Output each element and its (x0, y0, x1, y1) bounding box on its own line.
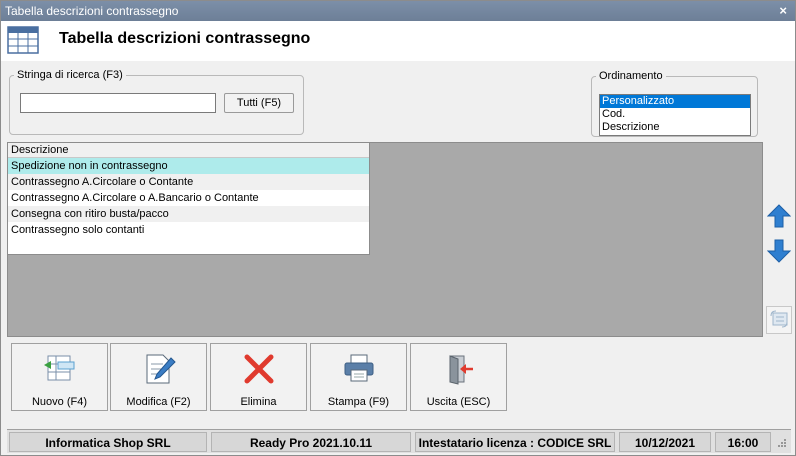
delete-x-icon (211, 352, 306, 388)
ordering-group: Ordinamento Personalizzato Cod. Descrizi… (591, 70, 758, 137)
status-product-version: Ready Pro 2021.10.11 (211, 432, 411, 452)
delete-button[interactable]: Elimina (210, 343, 307, 411)
printer-icon (311, 352, 406, 388)
ordering-group-legend: Ordinamento (599, 70, 663, 82)
column-header-descrizione[interactable]: Descrizione (8, 143, 369, 158)
reorder-icon (768, 308, 790, 333)
exit-door-icon (411, 352, 506, 388)
exit-button-label: Uscita (ESC) (426, 396, 491, 408)
new-button-label: Nuovo (F4) (31, 396, 88, 408)
status-company: Informatica Shop SRL (9, 432, 207, 452)
ordering-option-cod[interactable]: Cod. (600, 108, 750, 121)
arrow-up-icon (766, 203, 792, 232)
page-header: Tabella descrizioni contrassegno (1, 21, 795, 61)
status-license: Intestatario licenza : CODICE SRL (415, 432, 615, 452)
new-button[interactable]: Nuovo (F4) (11, 343, 108, 411)
table-row[interactable]: Contrassegno A.Circolare o Contante (8, 174, 369, 190)
new-record-icon (12, 352, 107, 388)
move-up-button[interactable] (766, 203, 792, 231)
description-grid[interactable]: Descrizione Spedizione non in contrasseg… (8, 143, 370, 255)
resize-grip-icon[interactable] (777, 438, 787, 451)
window-title: Tabella descrizioni contrassegno (5, 4, 179, 18)
table-icon (7, 26, 39, 57)
print-button[interactable]: Stampa (F9) (310, 343, 407, 411)
arrow-down-icon (766, 238, 792, 267)
table-row[interactable]: Contrassegno solo contanti (8, 222, 369, 238)
edit-button[interactable]: Modifica (F2) (110, 343, 207, 411)
status-time: 16:00 (715, 432, 771, 452)
exit-button[interactable]: Uscita (ESC) (410, 343, 507, 411)
ordering-option-personalizzato[interactable]: Personalizzato (600, 95, 750, 108)
search-input[interactable] (20, 93, 216, 113)
close-icon[interactable]: × (779, 1, 787, 21)
grid-area: Descrizione Spedizione non in contrasseg… (7, 142, 763, 337)
move-down-button[interactable] (766, 238, 792, 266)
title-bar: Tabella descrizioni contrassegno × (1, 1, 795, 21)
status-date: 10/12/2021 (619, 432, 711, 452)
table-row[interactable]: Consegna con ritiro busta/pacco (8, 206, 369, 222)
edit-icon (111, 352, 206, 388)
reorder-button[interactable] (766, 306, 792, 334)
print-button-label: Stampa (F9) (327, 396, 390, 408)
table-row[interactable]: Spedizione non in contrassegno (8, 158, 369, 174)
delete-button-label: Elimina (240, 396, 277, 408)
table-row[interactable]: Contrassegno A.Circolare o A.Bancario o … (8, 190, 369, 206)
search-group-legend: Stringa di ricerca (F3) (17, 69, 123, 81)
status-bar: Informatica Shop SRL Ready Pro 2021.10.1… (7, 429, 791, 453)
application-window: Tabella descrizioni contrassegno × Tabel… (0, 0, 796, 456)
ordering-listbox[interactable]: Personalizzato Cod. Descrizione (599, 94, 751, 136)
page-title: Tabella descrizioni contrassegno (59, 30, 311, 47)
search-group: Stringa di ricerca (F3) Tutti (F5) (9, 69, 304, 135)
show-all-button[interactable]: Tutti (F5) (224, 93, 294, 113)
edit-button-label: Modifica (F2) (126, 396, 191, 408)
ordering-option-descrizione[interactable]: Descrizione (600, 121, 750, 134)
